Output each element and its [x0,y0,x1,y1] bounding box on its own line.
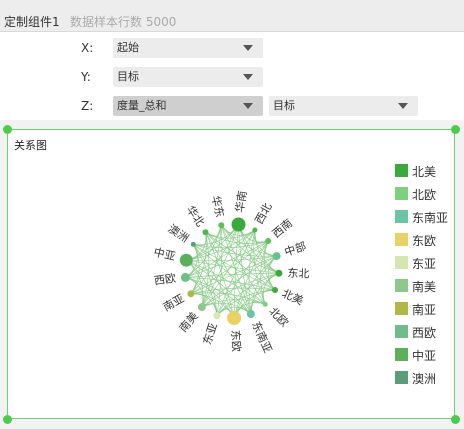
graph-node-label: 华东 [209,194,228,219]
graph-node[interactable] [252,227,258,233]
graph-node[interactable] [227,311,242,325]
graph-node[interactable] [231,217,246,232]
graph-node-label: 南亚 [161,292,187,314]
legend-label: 北欧 [412,188,437,202]
legend-item[interactable]: 北美 [395,163,464,179]
legend-swatch [395,187,408,200]
legend-swatch [395,164,408,177]
legend-label: 中亚 [412,349,437,363]
legend-item[interactable]: 东欧 [395,232,464,248]
graph-node[interactable] [180,272,190,282]
legend-item[interactable]: 南亚 [395,301,464,317]
legend-label: 北美 [412,165,437,179]
legend-swatch [395,256,408,269]
graph-node-label: 南美 [177,310,201,335]
graph-node-label: 东北 [287,267,310,281]
legend-swatch [395,279,408,292]
graph-node-label: 西南 [270,216,295,240]
legend-label: 东亚 [412,257,437,271]
graph-node[interactable] [275,269,283,277]
graph-node[interactable] [272,252,281,261]
legend-swatch [395,302,408,315]
legend-label: 西欧 [412,326,437,340]
graph-node-label: 东南亚 [249,319,274,354]
graph-labels: 华南 西北西南中部东北北美北欧东南亚东欧东亚南美南亚 西欧 中亚澳洲华北 华东 [152,190,309,355]
graph-node[interactable] [213,312,221,319]
legend-swatch [395,348,408,361]
graph-node-label: 北美 [280,287,305,308]
legend-item[interactable]: 澳洲 [395,370,464,386]
graph-node-label: 澳洲 [166,222,191,245]
legend-item[interactable]: 西欧 [395,324,464,340]
legend-item[interactable]: 东亚 [395,255,464,271]
graph-node[interactable] [218,222,225,229]
legend-item[interactable]: 北欧 [395,186,464,202]
graph-node[interactable] [246,310,255,318]
legend-label: 南亚 [412,303,437,317]
graph-node-label: 东欧 [229,330,243,353]
legend-label: 澳洲 [412,372,437,386]
graph-node[interactable] [190,241,196,247]
legend-swatch [395,233,408,246]
graph-node[interactable] [197,303,206,312]
graph-node[interactable] [265,238,272,244]
graph-node-label: 北欧 [266,305,291,330]
graph-node-label: 东亚 [201,321,220,346]
legend-swatch [395,210,408,223]
graph-node[interactable] [202,229,209,236]
legend-item[interactable]: 东南亚 [395,209,464,225]
graph-node[interactable] [187,290,195,298]
legend-item[interactable]: 中亚 [395,347,464,363]
graph-node-label: 华南 [232,190,249,214]
graph-node-label: 中部 [283,239,308,259]
graph-node-label: 西欧 [153,272,177,288]
legend-label: 东南亚 [412,211,449,225]
graph-node-label: 中亚 [152,246,176,264]
graph-node[interactable] [262,301,268,307]
graph-node-label: 华北 [184,203,208,229]
legend-swatch [395,325,408,338]
graph-node[interactable] [179,253,193,267]
legend-item[interactable]: 南美 [395,278,464,294]
graph-node[interactable] [272,287,278,293]
legend-label: 东欧 [412,234,437,248]
legend-label: 南美 [412,280,437,294]
legend-swatch [395,371,408,384]
graph-node-label: 西北 [252,201,274,227]
